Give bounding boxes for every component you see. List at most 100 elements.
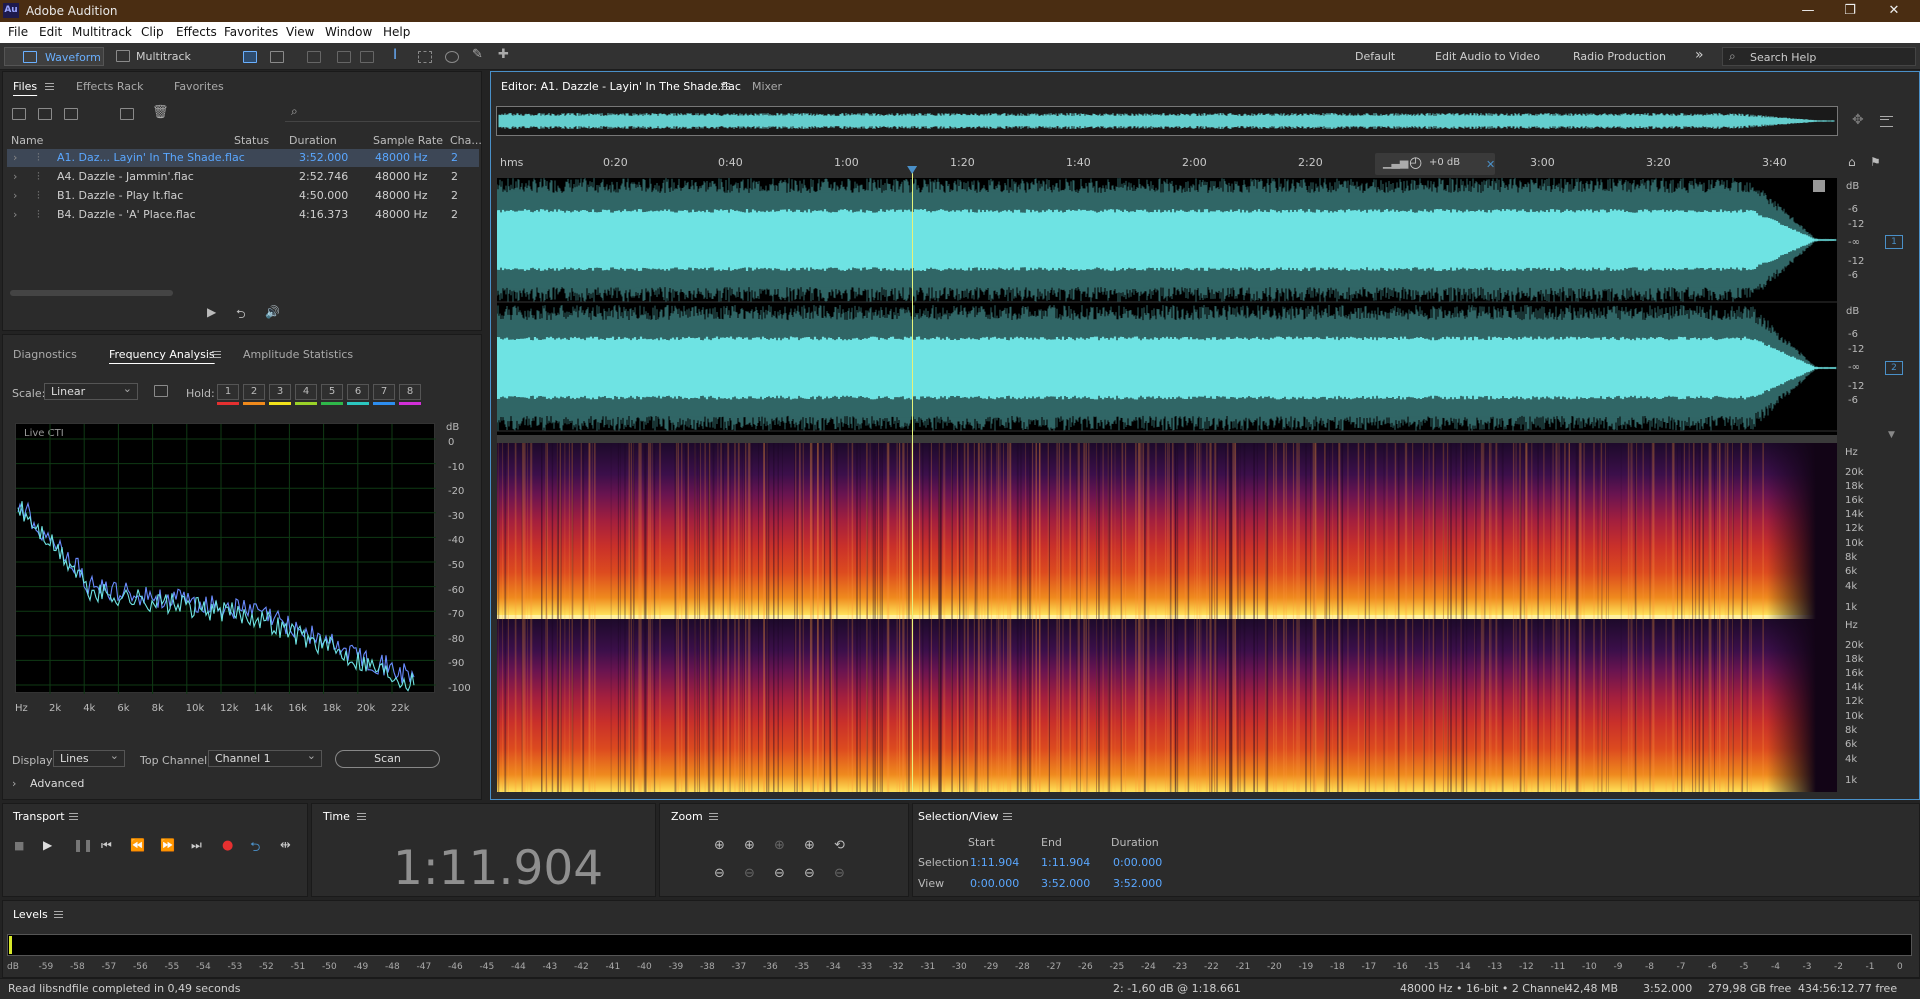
auto-play-icon[interactable]: 🔊 <box>265 305 280 319</box>
new-file-icon[interactable] <box>64 108 78 120</box>
view-start[interactable]: 0:00.000 <box>970 877 1019 890</box>
fast-forward-icon[interactable]: ⏩ <box>160 838 175 852</box>
marker-icon[interactable]: ⚑ <box>1870 155 1881 169</box>
waveform-view-icon[interactable] <box>243 51 257 63</box>
editor-menu-icon[interactable] <box>721 83 730 90</box>
file-row[interactable]: › ⫶ A4. Dazzle - Jammin'.flac 2:52.746 48… <box>7 168 479 186</box>
view-end[interactable]: 3:52.000 <box>1041 877 1090 890</box>
brush-tool-icon[interactable]: ✎ <box>472 47 483 62</box>
play-icon[interactable]: ▶ <box>43 838 52 852</box>
spectral-view-icon[interactable] <box>270 51 284 63</box>
display-select[interactable]: Lines <box>53 748 125 767</box>
hud-volume[interactable]: ▁▃▅ ◴ +0 dB <box>1375 153 1495 175</box>
col-sample-rate[interactable]: Sample Rate <box>373 134 443 147</box>
zoom-menu-icon[interactable] <box>709 813 718 820</box>
record-icon[interactable]: ● <box>222 838 233 853</box>
play-preview-icon[interactable]: ▶ <box>207 305 216 319</box>
marquee-tool-icon[interactable] <box>418 51 432 63</box>
editor-options-icon[interactable] <box>1880 116 1893 127</box>
loop-preview-icon[interactable]: ⮌ <box>236 305 246 326</box>
hold-button-3[interactable]: 3 <box>269 384 291 400</box>
col-channels[interactable]: Cha... <box>450 134 482 147</box>
multitrack-button[interactable]: Multitrack <box>112 47 197 66</box>
stop-icon[interactable]: ■ <box>14 839 24 852</box>
zoom-out-full-icon[interactable]: ⊖ <box>804 866 815 881</box>
slip-tool-icon[interactable] <box>360 51 374 63</box>
time-ruler[interactable] <box>497 152 1837 178</box>
selection-view-menu-icon[interactable] <box>1003 813 1012 820</box>
files-search-input[interactable]: ⌕ <box>285 104 480 122</box>
tab-frequency-analysis[interactable]: Frequency Analysis <box>109 348 215 361</box>
loop-playback-icon[interactable]: ⮌ <box>250 838 260 860</box>
workspace-default[interactable]: Default <box>1355 50 1395 63</box>
waveform-button[interactable]: Waveform <box>4 47 104 66</box>
next-icon[interactable]: ⏭ <box>191 838 202 853</box>
zoom-reset-icon[interactable]: ⟲ <box>834 838 845 853</box>
zoom-out-fit-icon[interactable]: ⊖ <box>834 866 845 881</box>
time-display[interactable]: 1:11.904 <box>393 841 603 896</box>
tab-mixer[interactable]: Mixer <box>752 80 782 93</box>
previous-icon[interactable]: ⏮ <box>101 838 112 853</box>
files-horizontal-scrollbar[interactable] <box>10 290 173 296</box>
menu-effects[interactable]: Effects <box>176 25 217 39</box>
zoom-all-icon[interactable]: ✥ <box>1852 112 1864 128</box>
insert-into-multitrack-icon[interactable] <box>120 108 134 120</box>
workspace-radio-production[interactable]: Radio Production <box>1573 50 1666 63</box>
col-status[interactable]: Status <box>234 134 269 147</box>
time-selection-tool-icon[interactable]: I <box>393 47 397 63</box>
volume-knob-icon[interactable]: ◴ <box>1409 153 1422 171</box>
hold-button-6[interactable]: 6 <box>347 384 369 400</box>
menu-clip[interactable]: Clip <box>141 25 164 39</box>
top-channel-select[interactable]: Channel 1 <box>208 748 322 767</box>
menu-favorites[interactable]: Favorites <box>224 25 278 39</box>
splitter-handle[interactable] <box>497 435 1837 443</box>
file-row[interactable]: › ⫶ B1. Dazzle - Play It.flac 4:50.000 48… <box>7 187 479 205</box>
transport-menu-icon[interactable] <box>69 813 78 820</box>
snapshot-icon[interactable] <box>154 385 168 397</box>
col-duration[interactable]: Duration <box>289 134 337 147</box>
file-row[interactable]: › ⫶ B4. Dazzle - 'A' Place.flac 4:16.373 … <box>7 206 479 224</box>
import-file-icon[interactable] <box>38 108 52 120</box>
spectral-display[interactable] <box>497 443 1837 792</box>
snap-icon[interactable]: ⌂ <box>1848 155 1856 169</box>
advanced-toggle[interactable]: Advanced <box>30 777 84 790</box>
hold-button-8[interactable]: 8 <box>399 384 421 400</box>
move-tool-icon[interactable] <box>307 51 321 63</box>
tab-amplitude-statistics[interactable]: Amplitude Statistics <box>243 348 353 361</box>
analysis-menu-icon[interactable] <box>212 351 221 358</box>
editor-tab[interactable]: Editor: A1. Dazzle - Layin' In The Shade… <box>501 80 741 93</box>
time-menu-icon[interactable] <box>357 813 366 820</box>
scale-select[interactable]: Linear <box>44 381 138 400</box>
playhead-cti[interactable] <box>912 166 914 792</box>
pin-icon[interactable]: ✕ <box>1486 158 1495 171</box>
levels-menu-icon[interactable] <box>54 911 63 918</box>
maximize-icon[interactable]: ❐ <box>1827 2 1873 20</box>
menu-edit[interactable]: Edit <box>39 25 62 39</box>
overview-navigator[interactable] <box>496 106 1838 136</box>
tab-files[interactable]: Files <box>13 80 37 93</box>
menu-window[interactable]: Window <box>325 25 372 39</box>
selection-start[interactable]: 1:11.904 <box>970 856 1019 869</box>
hold-button-7[interactable]: 7 <box>373 384 395 400</box>
zoom-selection-icon[interactable]: ⊕ <box>774 838 785 853</box>
files-menu-icon[interactable] <box>45 83 54 90</box>
zoom-in-time-icon[interactable]: ⊕ <box>744 838 755 853</box>
zoom-in-point-icon[interactable]: ⊕ <box>804 838 815 853</box>
show-hud-icon[interactable] <box>1813 180 1825 192</box>
menu-view[interactable]: View <box>286 25 314 39</box>
zoom-out-point-icon[interactable]: ⊖ <box>774 866 785 881</box>
tab-effects-rack[interactable]: Effects Rack <box>76 80 143 93</box>
delete-icon[interactable]: 🗑 <box>152 105 169 120</box>
minimize-icon[interactable]: — <box>1785 2 1831 20</box>
skip-selection-icon[interactable]: ⇹ <box>280 838 291 853</box>
zoom-out-time-icon[interactable]: ⊖ <box>744 866 755 881</box>
hold-button-4[interactable]: 4 <box>295 384 317 400</box>
collapse-icon[interactable]: ▼ <box>1888 430 1895 440</box>
hold-button-2[interactable]: 2 <box>243 384 265 400</box>
more-workspaces-icon[interactable]: » <box>1695 47 1704 63</box>
menu-multitrack[interactable]: Multitrack <box>72 25 132 39</box>
channel-2-toggle[interactable]: 2 <box>1885 361 1903 375</box>
advanced-chevron-icon[interactable]: › <box>12 777 16 790</box>
selection-duration[interactable]: 0:00.000 <box>1113 856 1162 869</box>
rewind-icon[interactable]: ⏪ <box>130 838 145 852</box>
